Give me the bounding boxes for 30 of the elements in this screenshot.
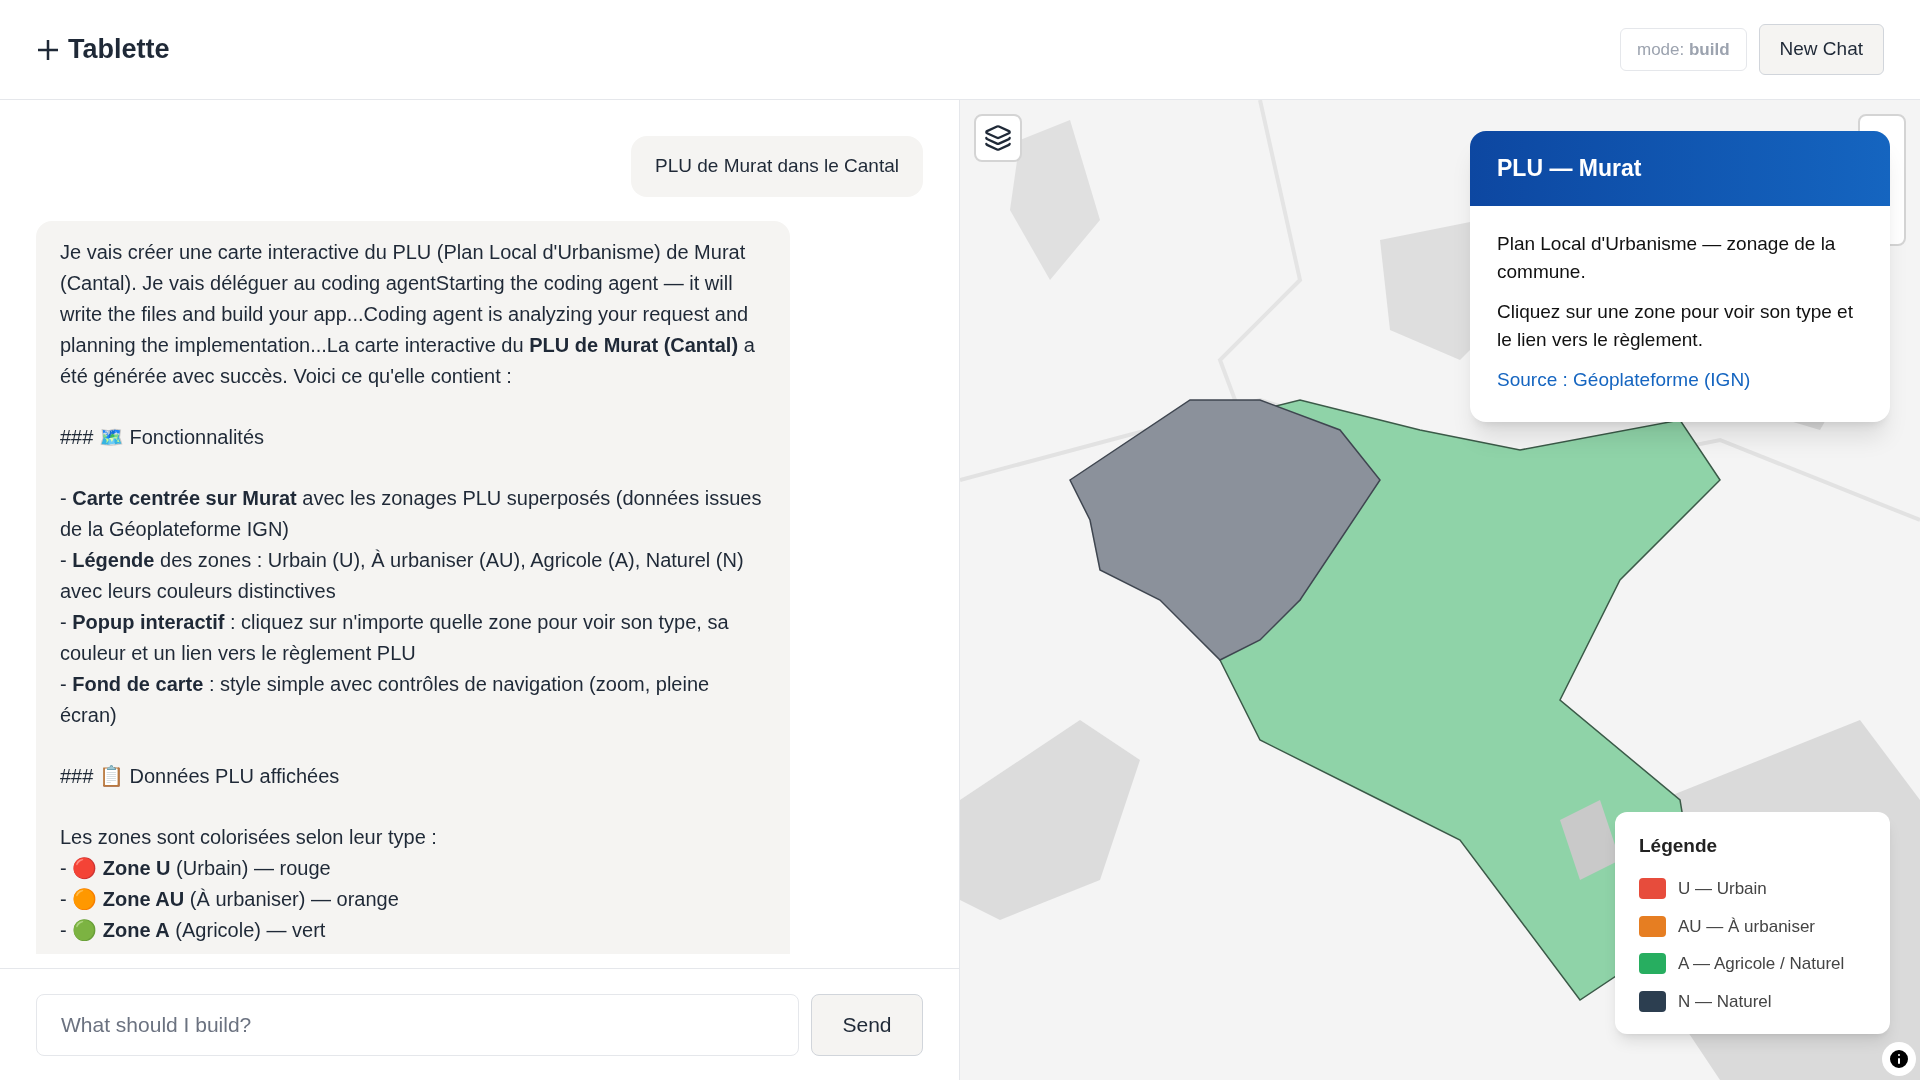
list-item: - Fond de carte : style simple avec contrôles de navigation (zoom, pleine écran) (60, 671, 711, 728)
legend-label: A — Agricole / Naturel (1678, 953, 1845, 975)
legend-label: N — Naturel (1678, 990, 1772, 1013)
list-item: - Légende des zones : Urbain (U), À urbaniser (AU), Agricole (A), Naturel (N) avec leurs couleurs distinctives (60, 547, 745, 604)
list-item: - Carte centrée sur Murat avec les zonages PLU superposés (données issues de la Géoplateforme IGN) (60, 485, 763, 542)
popup-text: Cliquez sur une zone pour voir son type et le lien vers le règlement. (1497, 300, 1854, 352)
list-item: - 🔴 Zone U (Urbain) — rouge (60, 855, 332, 881)
message-paragraph: Je vais créer une carte interactive du PLU (Plan Local d'Urbanisme) de Murat (Cantal). Je vais déléguer au coding agentStarting the coding agent — it will write the files and build your app...Coding agent is analyzing your request and planning the implementation...La carte interactive du PLU de Murat (Cantal) a été générée avec succès. Voici ce qu'elle contient : (60, 239, 756, 389)
message-input[interactable]: What should I build? (36, 993, 799, 1056)
source-link[interactable]: Source : Géoplateforme (IGN) (1497, 366, 1863, 394)
legend-title: Légende (1639, 833, 1719, 858)
plus-icon (36, 37, 60, 62)
section-heading: ### 🗺 Fonctionnalités (60, 424, 265, 450)
send-button[interactable]: Send (811, 993, 923, 1056)
list-item: - Popup interactif : cliquez sur n'importe quelle zone pour voir son type, sa couleur et un lien vers le règlement PLU (60, 609, 730, 666)
popup-text: Plan Local d'Urbanisme — zonage de la commune. (1497, 232, 1837, 284)
legend-label: AU — À urbaniser (1678, 915, 1815, 938)
popup-title: PLU — Murat (1497, 154, 1642, 184)
list-item: - 🟢 Zone A (Agricole) — vert (60, 917, 327, 943)
app-title: Tablette (68, 33, 170, 67)
legend-label: U — Urbain (1678, 878, 1767, 900)
list-item: Les zones sont colorisées selon leur type : (60, 824, 438, 850)
layers-icon (984, 124, 1012, 152)
new-chat-button[interactable]: New Chat (1758, 24, 1884, 75)
mode-indicator: mode: build (1620, 27, 1747, 72)
info-icon (1887, 1047, 1911, 1071)
section-heading: ### 📋 Données PLU affichées (60, 763, 341, 789)
user-message: PLU de Murat dans le Cantal (631, 136, 923, 197)
list-item: - 🟠 Zone AU (À urbaniser) — orange (60, 886, 400, 912)
layers-button[interactable] (974, 114, 1022, 162)
